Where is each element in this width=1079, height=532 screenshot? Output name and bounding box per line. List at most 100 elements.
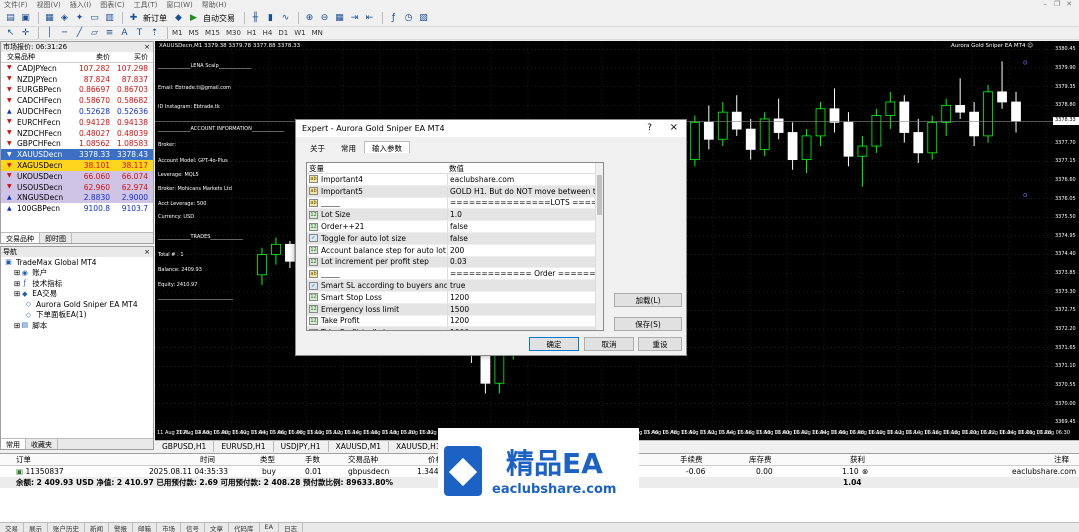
ok-button[interactable]: 确定 bbox=[529, 337, 579, 351]
col-profit[interactable]: 获利 bbox=[850, 454, 865, 465]
col-time[interactable]: 时间 bbox=[200, 454, 215, 465]
menu-item[interactable]: 帮助(H) bbox=[202, 0, 227, 10]
terminal-tab[interactable]: 信号 bbox=[181, 523, 205, 532]
navigator-item[interactable]: ◇ 下单面板EA(1) bbox=[1, 310, 153, 321]
market-watch-row[interactable]: ▲ XNGUSDecn 2.8830 2.9000 bbox=[1, 192, 153, 204]
bar-chart-icon[interactable]: ╫ bbox=[249, 12, 262, 25]
input-parameter-row[interactable]: 12 Smart Stop Loss 1200 bbox=[307, 291, 603, 304]
panel-close-icon[interactable]: × bbox=[144, 248, 153, 256]
auto-trading-icon[interactable]: ▶ bbox=[187, 12, 200, 25]
input-parameter-row[interactable]: 12Take Profit trail step1000 bbox=[307, 327, 603, 330]
market-watch-tab[interactable]: 即时图 bbox=[40, 233, 72, 243]
close-icon[interactable]: ✕ bbox=[1063, 0, 1075, 8]
reset-button[interactable]: 重设 bbox=[638, 337, 682, 351]
new-order-icon[interactable]: ✚ bbox=[127, 12, 140, 25]
navigator-tab[interactable]: 收藏夹 bbox=[26, 439, 58, 449]
zoom-out-icon[interactable]: ⊖ bbox=[318, 12, 331, 25]
navigator-item[interactable]: ⊞ ƒ 技术指标 bbox=[1, 278, 153, 289]
terminal-tab[interactable]: 警报 bbox=[109, 523, 133, 532]
navigator-item[interactable]: ⊞ ◉ 账户 bbox=[1, 268, 153, 279]
market-watch-row[interactable]: ▲ 100GBPecn 9100.8 9103.7 bbox=[1, 203, 153, 214]
tester-icon[interactable]: ▥ bbox=[103, 12, 116, 25]
terminal-tab[interactable]: 展示 bbox=[24, 523, 48, 532]
market-watch-row[interactable]: ▼ EURGBPecn 0.86697 0.86703 bbox=[1, 85, 153, 96]
input-parameter-row[interactable]: ab_____============= Order ============= bbox=[307, 268, 603, 281]
navigator-icon[interactable]: ✦ bbox=[73, 12, 86, 25]
terminal-tab[interactable]: 新闻 bbox=[85, 523, 109, 532]
indicators-icon[interactable]: ƒ bbox=[387, 12, 400, 25]
vertical-line-icon[interactable]: │ bbox=[43, 27, 56, 40]
input-parameter-row[interactable]: ab_____================LOTS ============… bbox=[307, 197, 603, 210]
timeframe-h1[interactable]: H1 bbox=[247, 29, 257, 37]
menu-item[interactable]: 窗口(W) bbox=[166, 0, 192, 10]
input-parameter-row[interactable]: 12 Lot increment per profit step 0.03 bbox=[307, 256, 603, 269]
timeframe-m30[interactable]: M30 bbox=[226, 29, 241, 37]
menu-item[interactable]: 图表(C) bbox=[100, 0, 124, 10]
terminal-tab[interactable]: 代码库 bbox=[229, 523, 260, 532]
parameter-value[interactable]: 1000 bbox=[447, 327, 595, 330]
input-parameter-row[interactable]: 12 Lot Size 1.0 bbox=[307, 209, 603, 222]
parameter-value[interactable]: 1.0 bbox=[447, 209, 595, 221]
input-parameter-row[interactable]: 12 Take Profit 1200 bbox=[307, 315, 603, 328]
market-watch-row[interactable]: ▼ GBPCHFecn 1.08562 1.08583 bbox=[1, 139, 153, 150]
market-watch-row[interactable]: ▼ CADCHFecn 0.58670 0.58682 bbox=[1, 95, 153, 106]
text-icon[interactable]: A bbox=[118, 27, 131, 40]
market-watch-icon[interactable]: ▦ bbox=[43, 12, 56, 25]
timeframe-m1[interactable]: M1 bbox=[172, 29, 183, 37]
terminal-tab[interactable]: 邮箱 bbox=[133, 523, 157, 532]
close-icon[interactable]: × bbox=[670, 122, 678, 133]
navigator-tab[interactable]: 常用 bbox=[1, 439, 26, 449]
timeframe-w1[interactable]: W1 bbox=[294, 29, 305, 37]
scrollbar-thumb[interactable] bbox=[597, 175, 602, 215]
chart-tab[interactable]: USDJPY,H1 bbox=[274, 441, 329, 452]
market-watch-tab[interactable]: 交易品种 bbox=[1, 233, 40, 243]
autoscroll-icon[interactable]: ⇥ bbox=[348, 12, 361, 25]
new-chart-icon[interactable]: ▤ bbox=[4, 12, 17, 25]
arrows-icon[interactable]: ⇡ bbox=[148, 27, 161, 40]
menu-item[interactable]: 插入(I) bbox=[70, 0, 92, 10]
inputs-scrollbar[interactable] bbox=[595, 163, 603, 330]
data-window-icon[interactable]: ◈ bbox=[58, 12, 71, 25]
col-comment[interactable]: 注释 bbox=[1054, 454, 1069, 465]
parameter-value[interactable]: ============= Order ============= bbox=[447, 268, 595, 280]
tile-windows-icon[interactable]: ▦ bbox=[333, 12, 346, 25]
column-ask[interactable]: 买价 bbox=[113, 52, 151, 62]
input-parameter-row[interactable]: ab Important4 eaclubshare.com bbox=[307, 174, 603, 186]
input-parameter-row[interactable]: 12 Account balance step for auto lot 200 bbox=[307, 244, 603, 257]
market-watch-row[interactable]: ▼ NZDJPYecn 87.824 87.837 bbox=[1, 74, 153, 85]
col-swap[interactable]: 手续费 bbox=[680, 454, 703, 465]
label-icon[interactable]: T bbox=[133, 27, 146, 40]
market-watch-row[interactable]: ▼ CADJPYecn 107.282 107.298 bbox=[1, 63, 153, 74]
line-chart-icon[interactable]: ∿ bbox=[279, 12, 292, 25]
channel-icon[interactable]: ▱ bbox=[88, 27, 101, 40]
timeframe-d1[interactable]: D1 bbox=[278, 29, 288, 37]
horizontal-line-icon[interactable]: ─ bbox=[58, 27, 71, 40]
input-parameter-row[interactable]: 12 Order++21 false bbox=[307, 221, 603, 233]
market-watch-row[interactable]: ▼ UKOUSDecn 66.060 66.074 bbox=[1, 170, 153, 182]
terminal-tab[interactable]: 交易 bbox=[0, 523, 24, 532]
market-watch-row[interactable]: ▼ XAUUSDecn 3378.33 3378.43 bbox=[1, 149, 153, 161]
col-lots[interactable]: 手数 bbox=[305, 454, 320, 465]
navigator-item[interactable]: ⊞ ▤ 脚本 bbox=[1, 320, 153, 331]
market-watch-row[interactable]: ▼ NZDCHFecn 0.48027 0.48039 bbox=[1, 128, 153, 139]
new-order-button[interactable]: 新订单 bbox=[143, 13, 167, 24]
menu-item[interactable]: 视图(V) bbox=[37, 0, 61, 10]
dialog-tab[interactable]: 常用 bbox=[333, 141, 364, 153]
input-parameter-row[interactable]: ab Important5 GOLD H1. But do NOT move bet… bbox=[307, 185, 603, 198]
terminal-tab[interactable]: 市场 bbox=[157, 523, 181, 532]
timeframe-m15[interactable]: M15 bbox=[205, 29, 220, 37]
col-order[interactable]: 订单 bbox=[16, 454, 31, 465]
terminal-tab[interactable]: 账户历史 bbox=[48, 523, 85, 532]
navigator-item[interactable]: ◇ Aurora Gold Sniper EA MT4 bbox=[1, 299, 153, 310]
parameter-value[interactable]: GOLD H1. But do NOT move between timefra… bbox=[447, 185, 595, 197]
auto-trading-button[interactable]: 自动交易 bbox=[203, 13, 235, 24]
fibonacci-icon[interactable]: ≡ bbox=[103, 27, 116, 40]
parameter-value[interactable]: 1200 bbox=[447, 291, 595, 303]
chart-tab[interactable]: EURUSD,H1 bbox=[214, 441, 274, 452]
parameter-value[interactable]: ================LOTS ================ bbox=[447, 197, 595, 209]
market-watch-row[interactable]: ▼ EURCHFecn 0.94128 0.94138 bbox=[1, 117, 153, 128]
minimize-icon[interactable]: – bbox=[1039, 0, 1051, 8]
cancel-button[interactable]: 取消 bbox=[584, 337, 634, 351]
col-symbol[interactable]: 交易品种 bbox=[348, 454, 378, 465]
menu-item[interactable]: 文件(F) bbox=[4, 0, 28, 10]
